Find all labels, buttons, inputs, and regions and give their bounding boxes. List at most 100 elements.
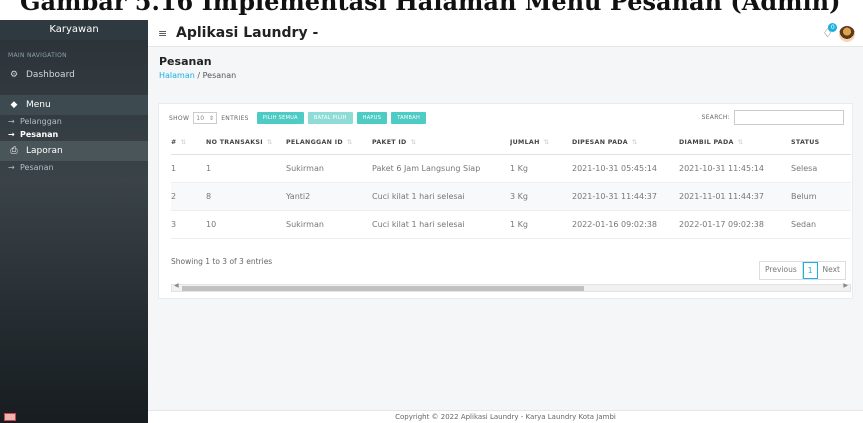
search-area: SEARCH: [702,110,844,125]
column-header-paket-id[interactable]: PAKET ID ⇅ [372,132,510,155]
app-title: Aplikasi Laundry - [176,25,319,41]
table-cell: 2021-11-01 11:44:37 [679,182,791,211]
add-button[interactable]: TAMBAH [391,112,426,124]
column-header-number[interactable]: # ⇅ [171,132,206,155]
sort-icon: ⇅ [543,139,550,147]
table-cell: Belum [791,182,851,211]
dashboard-icon: ⚙ [9,70,19,80]
table-cell: 8 [206,182,286,211]
nav-heading: MAIN NAVIGATION [8,52,67,59]
sort-icon: ⇅ [737,139,744,147]
delete-button[interactable]: HAPUS [356,112,388,124]
column-header-status[interactable]: STATUS [791,132,851,155]
pagination: Previous 1 Next [759,261,846,280]
table-cell: 3 [171,210,206,239]
table-cell: Sukirman [286,210,372,239]
table-row[interactable]: 1 1 Sukirman Paket 6 Jam Langsung Siap 1… [171,154,851,183]
sidebar-item-laporan[interactable]: ⎙ Laporan [0,141,148,161]
notification-bell-icon[interactable]: ♢ 0 [822,23,838,40]
search-label: SEARCH: [701,114,730,121]
show-label: SHOW [169,114,190,122]
sort-icon: ⇅ [266,139,273,147]
table-cell: 1 Kg [510,154,572,183]
sort-icon: ⇅ [180,139,187,147]
entries-select-value: 10 [196,114,205,122]
orders-card: SHOW 10 ⇕ ENTRIES PILIH SEMUA BATAL PILI… [158,103,853,299]
breadcrumb-current: Pesanan [202,71,237,80]
sidebar-subitem-pesanan[interactable]: → Pesanan [0,128,148,141]
table-cell: 2022-01-17 09:02:38 [679,210,791,239]
breadcrumb: Halaman / Pesanan [159,71,236,80]
hamburger-menu-icon[interactable]: ≡ [158,27,168,40]
avatar[interactable] [839,26,855,42]
table-cell: 3 Kg [510,182,572,211]
sidebar-subitem-laporan-pesanan[interactable]: → Pesanan [0,161,148,174]
table-cell: 10 [206,210,286,239]
sidebar-item-menu[interactable]: ◆ Menu [0,95,148,115]
table-row[interactable]: 3 10 Sukirman Cuci kilat 1 hari selesai … [171,210,851,239]
select-arrows-icon: ⇕ [208,114,215,122]
sidebar-item-label: Laporan [26,146,63,156]
column-header-label: PELANGGAN ID [286,139,343,147]
sidebar-subitem-label: Pesanan [20,130,59,139]
table-cell: 2022-01-16 09:02:38 [572,210,679,239]
entries-select[interactable]: 10 ⇕ [193,112,218,124]
horizontal-scrollbar[interactable]: ◀ ▶ [171,282,851,292]
table-cell: Cuci kilat 1 hari selesai [372,182,510,211]
column-header-dipesan-pada[interactable]: DIPESAN PADA ⇅ [572,132,679,155]
entries-label: ENTRIES [221,114,249,122]
column-header-no-transaksi[interactable]: NO TRANSAKSI ⇅ [206,132,286,155]
table-cell: 1 [206,154,286,183]
sidebar-brand: Karyawan [0,20,148,40]
arrow-right-icon: → [8,130,15,139]
column-header-jumlah[interactable]: JUMLAH ⇅ [510,132,572,155]
cancel-select-button[interactable]: BATAL PILIH [307,112,353,124]
table-cell: Yanti2 [286,182,372,211]
column-header-label: # [171,139,177,147]
scrollbar-thumb[interactable] [182,286,584,291]
column-header-label: NO TRANSAKSI [206,139,263,147]
column-header-pelanggan-id[interactable]: PELANGGAN ID ⇅ [286,132,372,155]
sidebar-item-dashboard[interactable]: ⚙ Dashboard [0,65,148,85]
column-header-diambil-pada[interactable]: DIAMBIL PADA ⇅ [679,132,791,155]
topbar: ≡ Aplikasi Laundry - ♢ 0 [148,20,863,47]
sidebar-item-label: Menu [26,100,51,110]
table-cell: 2021-10-31 11:44:37 [572,182,679,211]
search-input[interactable] [734,110,844,125]
table-row[interactable]: 2 8 Yanti2 Cuci kilat 1 hari selesai 3 K… [171,182,851,211]
sort-icon: ⇅ [631,139,638,147]
table-info: Showing 1 to 3 of 3 entries [171,257,273,266]
figure-caption: Gambar 5.16 Implementasi Halaman Menu Pe… [0,0,863,20]
page-1-button[interactable]: 1 [802,262,818,279]
table-header-row: # ⇅ NO TRANSAKSI ⇅ PELANGGAN ID ⇅ PAKET ID ⇅… [171,132,851,155]
sidebar-subitem-pelanggan[interactable]: → Pelanggan [0,115,148,128]
scroll-left-icon[interactable]: ◀ [174,282,179,289]
breadcrumb-separator: / [197,71,201,80]
sort-icon: ⇅ [346,139,353,147]
previous-page-button[interactable]: Previous [760,262,803,279]
table-cell: 1 [171,154,206,183]
table-cell: 2021-10-31 11:45:14 [679,154,791,183]
select-all-button[interactable]: PILIH SEMUA [256,112,304,124]
sidebar: Karyawan MAIN NAVIGATION ⚙ Dashboard ◆ M… [0,20,148,423]
page-title: Pesanan [159,55,212,68]
printer-icon: ⎙ [10,146,18,156]
footer: Copyright © 2022 Aplikasi Laundry - Kary… [148,410,863,423]
sidebar-subitem-label: Pelanggan [20,117,62,126]
column-header-label: DIAMBIL PADA [679,139,734,147]
sidebar-subitem-label: Pesanan [20,163,54,172]
breadcrumb-home-link[interactable]: Halaman [159,71,195,80]
next-page-button[interactable]: Next [818,262,845,279]
column-header-label: PAKET ID [372,139,407,147]
main-content: Pesanan Halaman / Pesanan SHOW 10 ⇕ ENTR… [148,47,863,410]
caption-text: Gambar 5.16 Implementasi Halaman Menu Pe… [20,0,841,16]
table-cell: 2 [171,182,206,211]
table-cell: 1 Kg [510,210,572,239]
table-cell: Selesa [791,154,851,183]
notification-count: 0 [828,23,838,32]
column-header-label: JUMLAH [510,139,540,147]
table-cell: Paket 6 Jam Langsung Siap [372,154,510,183]
column-header-label: STATUS [791,139,820,147]
table-cell: Sedan [791,210,851,239]
scroll-right-icon[interactable]: ▶ [843,282,848,289]
